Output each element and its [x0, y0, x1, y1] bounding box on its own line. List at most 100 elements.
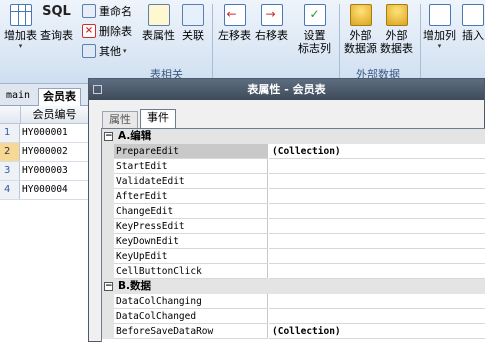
- set-label-column-button[interactable]: ✓ 设置 标志列: [298, 4, 331, 55]
- database-table-icon: [385, 4, 408, 26]
- property-name: StartEdit: [114, 159, 268, 174]
- property-name: BeforeSaveDataRow: [114, 324, 268, 339]
- insert-icon: [462, 4, 484, 26]
- property-name: ChangeEdit: [114, 204, 268, 219]
- column-header-member-id[interactable]: 会员编号: [20, 106, 88, 124]
- other-icon: [82, 44, 96, 58]
- row-number: 4: [0, 181, 20, 199]
- property-name: DataColChanging: [114, 294, 268, 309]
- cell-member-id[interactable]: HY000002: [22, 143, 68, 161]
- move-left-button[interactable]: ← 左移表: [218, 4, 251, 42]
- table-row[interactable]: 3 HY000003: [0, 162, 88, 181]
- move-left-icon: ←: [223, 4, 246, 26]
- tab-events[interactable]: 事件: [140, 109, 176, 128]
- tab-main[interactable]: main: [2, 88, 34, 106]
- property-row[interactable]: ChangeEdit: [102, 204, 485, 219]
- property-row[interactable]: AfterEdit: [102, 189, 485, 204]
- other-button[interactable]: 其他 ▾: [82, 42, 127, 60]
- query-table-button[interactable]: SQL 查询表: [40, 4, 73, 42]
- ribbon: 增加表 ▾ SQL 查询表 重命名 × 删除表 其他 ▾ 表属性 关联 ← 左移…: [0, 0, 485, 84]
- property-row[interactable]: BeforeSaveDataRow (Collection): [102, 324, 485, 339]
- property-value[interactable]: [269, 294, 485, 309]
- property-value[interactable]: [269, 249, 485, 264]
- property-value[interactable]: [269, 264, 485, 279]
- category-data[interactable]: − B.数据: [102, 279, 485, 294]
- property-value[interactable]: [269, 189, 485, 204]
- rename-icon: [82, 4, 96, 18]
- data-sheet: 会员编号 1 HY000001 2 HY000002 3 HY000003 4 …: [0, 106, 88, 342]
- external-datasource-button[interactable]: 外部 数据源: [344, 4, 377, 55]
- add-column-button[interactable]: 增加列 ▾: [423, 4, 456, 50]
- property-value[interactable]: [269, 174, 485, 189]
- sql-icon: SQL: [42, 4, 71, 19]
- collapse-icon[interactable]: −: [104, 282, 113, 291]
- table-row[interactable]: 1 HY000001: [0, 124, 88, 143]
- database-icon: [349, 4, 372, 26]
- property-name: AfterEdit: [114, 189, 268, 204]
- external-table-button[interactable]: 外部 数据表: [380, 4, 413, 55]
- dialog-title-bar[interactable]: 表属性 - 会员表: [89, 79, 484, 100]
- delete-table-button[interactable]: × 删除表: [82, 22, 132, 40]
- property-name: ValidateEdit: [114, 174, 268, 189]
- property-value[interactable]: (Collection): [269, 324, 485, 339]
- property-value[interactable]: [269, 204, 485, 219]
- dropdown-arrow-icon: ▾: [18, 42, 23, 50]
- property-row[interactable]: CellButtonClick: [102, 264, 485, 279]
- group-separator: [339, 4, 340, 80]
- category-edit[interactable]: − A.编辑: [102, 129, 485, 144]
- property-value[interactable]: [269, 219, 485, 234]
- property-name: KeyDownEdit: [114, 234, 268, 249]
- table-row[interactable]: 4 HY000004: [0, 181, 88, 200]
- property-grid: − A.编辑 PrepareEdit (Collection) StartEdi…: [101, 128, 485, 342]
- row-number: 2: [0, 143, 20, 161]
- cell-member-id[interactable]: HY000003: [22, 162, 68, 180]
- property-name: KeyPressEdit: [114, 219, 268, 234]
- add-column-icon: [428, 4, 451, 26]
- property-row[interactable]: KeyUpEdit: [102, 249, 485, 264]
- relations-icon: [182, 4, 204, 26]
- property-row[interactable]: KeyPressEdit: [102, 219, 485, 234]
- property-row[interactable]: DataColChanged: [102, 309, 485, 324]
- property-value[interactable]: [269, 309, 485, 324]
- property-value[interactable]: [269, 159, 485, 174]
- group-separator: [212, 4, 213, 80]
- add-table-button[interactable]: 增加表 ▾: [4, 4, 37, 50]
- row-number: 1: [0, 124, 20, 142]
- table-row[interactable]: 2 HY000002: [0, 143, 88, 162]
- property-name: KeyUpEdit: [114, 249, 268, 264]
- property-name: DataColChanged: [114, 309, 268, 324]
- dropdown-arrow-icon: ▾: [123, 47, 127, 55]
- column-header-row: 会员编号: [0, 106, 88, 124]
- property-name: PrepareEdit: [114, 144, 268, 159]
- row-number: 3: [0, 162, 20, 180]
- property-row[interactable]: DataColChanging: [102, 294, 485, 309]
- dropdown-arrow-icon: ▾: [437, 42, 442, 50]
- property-value[interactable]: [269, 234, 485, 249]
- table-properties-button[interactable]: 表属性: [142, 4, 175, 42]
- group-separator: [420, 4, 421, 80]
- collapse-icon[interactable]: −: [104, 132, 113, 141]
- rename-button[interactable]: 重命名: [82, 2, 132, 20]
- delete-icon: ×: [82, 24, 96, 38]
- property-row[interactable]: PrepareEdit (Collection): [102, 144, 485, 159]
- table-properties-dialog: 表属性 - 会员表 属性 事件 − A.编辑 PrepareEdit (Coll…: [88, 78, 485, 342]
- relations-button[interactable]: 关联: [182, 4, 204, 42]
- sheet-tab-bar: main 会员表: [0, 84, 88, 106]
- category-label: A.编辑: [118, 130, 152, 142]
- move-right-button[interactable]: → 右移表: [255, 4, 288, 42]
- tab-properties[interactable]: 属性: [102, 111, 138, 128]
- property-value[interactable]: (Collection): [269, 144, 485, 159]
- label-column-icon: ✓: [303, 4, 326, 26]
- property-row[interactable]: StartEdit: [102, 159, 485, 174]
- property-row[interactable]: ValidateEdit: [102, 174, 485, 189]
- tab-member-table[interactable]: 会员表: [38, 88, 81, 106]
- category-label: B.数据: [118, 280, 151, 292]
- insert-button[interactable]: 插入: [462, 4, 484, 42]
- cell-member-id[interactable]: HY000001: [22, 124, 68, 142]
- property-row[interactable]: KeyDownEdit: [102, 234, 485, 249]
- add-table-icon: [9, 4, 32, 26]
- move-right-icon: →: [260, 4, 283, 26]
- cell-member-id[interactable]: HY000004: [22, 181, 68, 199]
- table-properties-icon: [147, 4, 170, 26]
- window-menu-icon[interactable]: [93, 85, 102, 94]
